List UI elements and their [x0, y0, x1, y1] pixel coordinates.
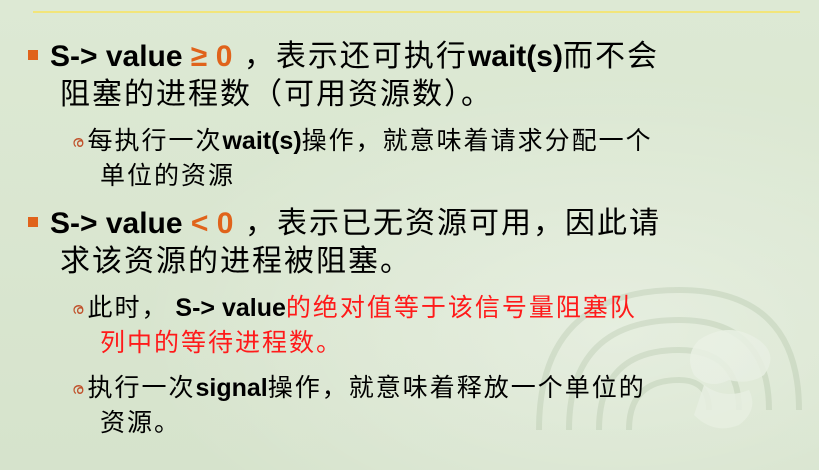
point-1-lead: S-> value [50, 40, 191, 73]
curly-sub-bullet-icon: ര [72, 299, 84, 318]
point-2-text: ，表示已无资源可用，因此请 [233, 206, 661, 241]
sub-2-2-prefix: 执行一次 [87, 373, 196, 402]
slide-content: S-> value ≥ 0 ，表示还可执行wait(s)而不会 阻塞的进程数（可… [0, 0, 819, 470]
sub-point-2-2: ര 执行一次signal操作，就意味着释放一个单位的 资源。 [72, 372, 646, 439]
point-1-text-end: 而不会 [562, 39, 659, 74]
point-1-text: ，表示还可执行 [232, 39, 468, 74]
sub-point-1-1: ര 每执行一次wait(s)操作，就意味着请求分配一个 单位的资源 [72, 125, 653, 192]
sub-2-2-line-2: 资源。 [100, 408, 182, 437]
square-bullet-icon [28, 49, 38, 60]
sub-1-1-prefix: 每执行一次 [87, 126, 223, 155]
point-2-line-2: 求该资源的进程被阻塞。 [60, 244, 412, 279]
point-2-lead: S-> value [50, 207, 191, 240]
square-bullet-icon [28, 216, 38, 227]
sub-2-1-prefix: 此时， [87, 293, 169, 322]
sub-1-1-text: 操作，就意味着请求分配一个 [301, 126, 653, 155]
sub-2-1-text: 的绝对值等于该信号量阻塞队 [285, 293, 637, 322]
sub-2-2-code: signal [195, 374, 268, 402]
sub-1-1-code: wait(s) [222, 127, 302, 155]
sub-2-1-line-2: 列中的等待进程数。 [100, 328, 344, 357]
sub-2-2-text: 操作，就意味着释放一个单位的 [267, 373, 646, 402]
curly-sub-bullet-icon: ര [72, 379, 84, 398]
bullet-point-1: S-> value ≥ 0 ，表示还可执行wait(s)而不会 阻塞的进程数（可… [28, 38, 659, 114]
curly-sub-bullet-icon: ര [72, 132, 84, 151]
point-1-line-2: 阻塞的进程数（可用资源数）。 [60, 77, 493, 112]
point-2-relation: < 0 [190, 207, 234, 240]
sub-point-2-1: ര 此时， S-> value的绝对值等于该信号量阻塞队 列中的等待进程数。 [72, 292, 637, 359]
point-1-code: wait(s) [467, 40, 563, 73]
bullet-point-2: S-> value < 0 ，表示已无资源可用，因此请 求该资源的进程被阻塞。 [28, 205, 661, 281]
sub-2-1-code: S-> value [168, 294, 286, 322]
sub-1-1-line-2: 单位的资源 [100, 161, 236, 190]
point-1-relation: ≥ 0 [190, 40, 233, 73]
